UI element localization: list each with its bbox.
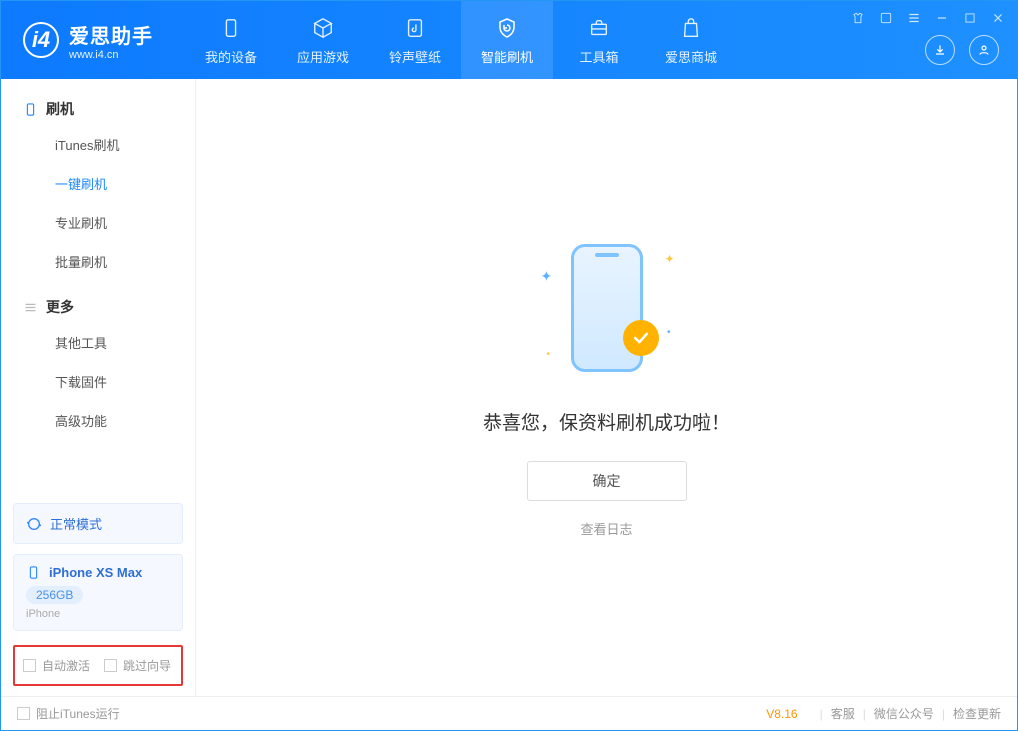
- logo: i4 爱思助手 www.i4.cn: [1, 1, 175, 79]
- device-name-label: iPhone XS Max: [49, 565, 142, 580]
- phone-icon: [26, 565, 41, 580]
- minimize-icon[interactable]: [933, 9, 951, 27]
- nav-label: 我的设备: [205, 47, 257, 66]
- logo-icon: i4: [23, 22, 59, 58]
- app-window: i4 爱思助手 www.i4.cn 我的设备 应用游戏 铃声壁纸 智能刷机: [0, 0, 1018, 731]
- sidebar-group-more: 更多: [1, 291, 195, 323]
- sidebar: 刷机 iTunes刷机 一键刷机 专业刷机 批量刷机 更多 其他工具 下载固件 …: [1, 79, 196, 696]
- sparkle-icon: ✦: [541, 268, 553, 285]
- sidebar-item-itunes-flash[interactable]: iTunes刷机: [1, 125, 195, 164]
- ok-button[interactable]: 确定: [527, 461, 687, 501]
- feedback-icon[interactable]: [877, 9, 895, 27]
- sparkle-icon: ✦: [664, 252, 674, 266]
- highlighted-options: 自动激活 跳过向导: [13, 645, 183, 686]
- sidebar-item-advanced[interactable]: 高级功能: [1, 401, 195, 440]
- nav-smart-flash[interactable]: 智能刷机: [461, 1, 553, 79]
- shirt-icon[interactable]: [849, 9, 867, 27]
- sidebar-item-oneclick-flash[interactable]: 一键刷机: [1, 164, 195, 203]
- download-icon[interactable]: [925, 35, 955, 65]
- view-log-link[interactable]: 查看日志: [580, 519, 632, 538]
- link-wechat[interactable]: 微信公众号: [874, 705, 934, 722]
- sidebar-group-flash: 刷机: [1, 93, 195, 125]
- nav-label: 爱思商城: [665, 47, 717, 66]
- user-icon[interactable]: [969, 35, 999, 65]
- success-check-icon: [623, 320, 659, 356]
- menu-icon[interactable]: [905, 9, 923, 27]
- window-controls: [849, 9, 1007, 27]
- checkbox-skip-setup[interactable]: 跳过向导: [104, 657, 171, 674]
- group-title: 更多: [46, 297, 74, 317]
- main-content: ✦ ✦ • • 恭喜您，保资料刷机成功啦！ 确定 查看日志: [196, 79, 1017, 696]
- shopping-bag-icon: [678, 15, 704, 41]
- device-type: iPhone: [26, 608, 170, 620]
- music-file-icon: [402, 15, 428, 41]
- app-domain: www.i4.cn: [69, 49, 153, 61]
- storage-badge: 256GB: [26, 586, 83, 604]
- device-icon: [218, 15, 244, 41]
- app-name: 爱思助手: [69, 20, 153, 49]
- checkbox-auto-activate[interactable]: 自动激活: [23, 657, 90, 674]
- nav-label: 智能刷机: [481, 47, 533, 66]
- checkbox-icon: [104, 659, 117, 672]
- checkbox-icon: [17, 707, 30, 720]
- close-icon[interactable]: [989, 9, 1007, 27]
- link-check-update[interactable]: 检查更新: [953, 705, 1001, 722]
- nav-apps-games[interactable]: 应用游戏: [277, 1, 369, 79]
- checkbox-block-itunes[interactable]: 阻止iTunes运行: [17, 705, 120, 722]
- mode-label: 正常模式: [50, 514, 102, 533]
- checkbox-label: 自动激活: [42, 657, 90, 674]
- nav-toolbox[interactable]: 工具箱: [553, 1, 645, 79]
- statusbar: 阻止iTunes运行 V8.16 | 客服 | 微信公众号 | 检查更新: [1, 696, 1017, 730]
- mode-card[interactable]: 正常模式: [13, 503, 183, 544]
- toolbox-icon: [586, 15, 612, 41]
- titlebar: i4 爱思助手 www.i4.cn 我的设备 应用游戏 铃声壁纸 智能刷机: [1, 1, 1017, 79]
- top-nav: 我的设备 应用游戏 铃声壁纸 智能刷机 工具箱 爱思商城: [185, 1, 737, 79]
- shield-refresh-icon: [494, 15, 520, 41]
- cube-icon: [310, 15, 336, 41]
- sidebar-item-batch-flash[interactable]: 批量刷机: [1, 242, 195, 281]
- nav-ringtone-wallpaper[interactable]: 铃声壁纸: [369, 1, 461, 79]
- sidebar-item-pro-flash[interactable]: 专业刷机: [1, 203, 195, 242]
- checkbox-label: 阻止iTunes运行: [36, 705, 120, 722]
- device-card[interactable]: iPhone XS Max 256GB iPhone: [13, 554, 183, 631]
- checkbox-icon: [23, 659, 36, 672]
- sidebar-item-other-tools[interactable]: 其他工具: [1, 323, 195, 362]
- nav-store[interactable]: 爱思商城: [645, 1, 737, 79]
- list-icon: [23, 300, 38, 315]
- nav-label: 应用游戏: [297, 47, 349, 66]
- sync-icon: [26, 516, 42, 532]
- phone-icon: [23, 102, 38, 117]
- version-label: V8.16: [766, 707, 797, 721]
- sidebar-item-download-firmware[interactable]: 下载固件: [1, 362, 195, 401]
- body: 刷机 iTunes刷机 一键刷机 专业刷机 批量刷机 更多 其他工具 下载固件 …: [1, 79, 1017, 696]
- maximize-icon[interactable]: [961, 9, 979, 27]
- group-title: 刷机: [46, 99, 74, 119]
- nav-my-device[interactable]: 我的设备: [185, 1, 277, 79]
- sparkle-icon: •: [667, 327, 671, 338]
- sparkle-icon: •: [547, 349, 551, 360]
- nav-label: 工具箱: [579, 47, 618, 66]
- titlebar-account: [925, 35, 999, 65]
- checkbox-label: 跳过向导: [123, 657, 171, 674]
- success-illustration: ✦ ✦ • •: [537, 238, 677, 378]
- success-message: 恭喜您，保资料刷机成功啦！: [483, 408, 730, 435]
- nav-label: 铃声壁纸: [389, 47, 441, 66]
- link-support[interactable]: 客服: [831, 705, 855, 722]
